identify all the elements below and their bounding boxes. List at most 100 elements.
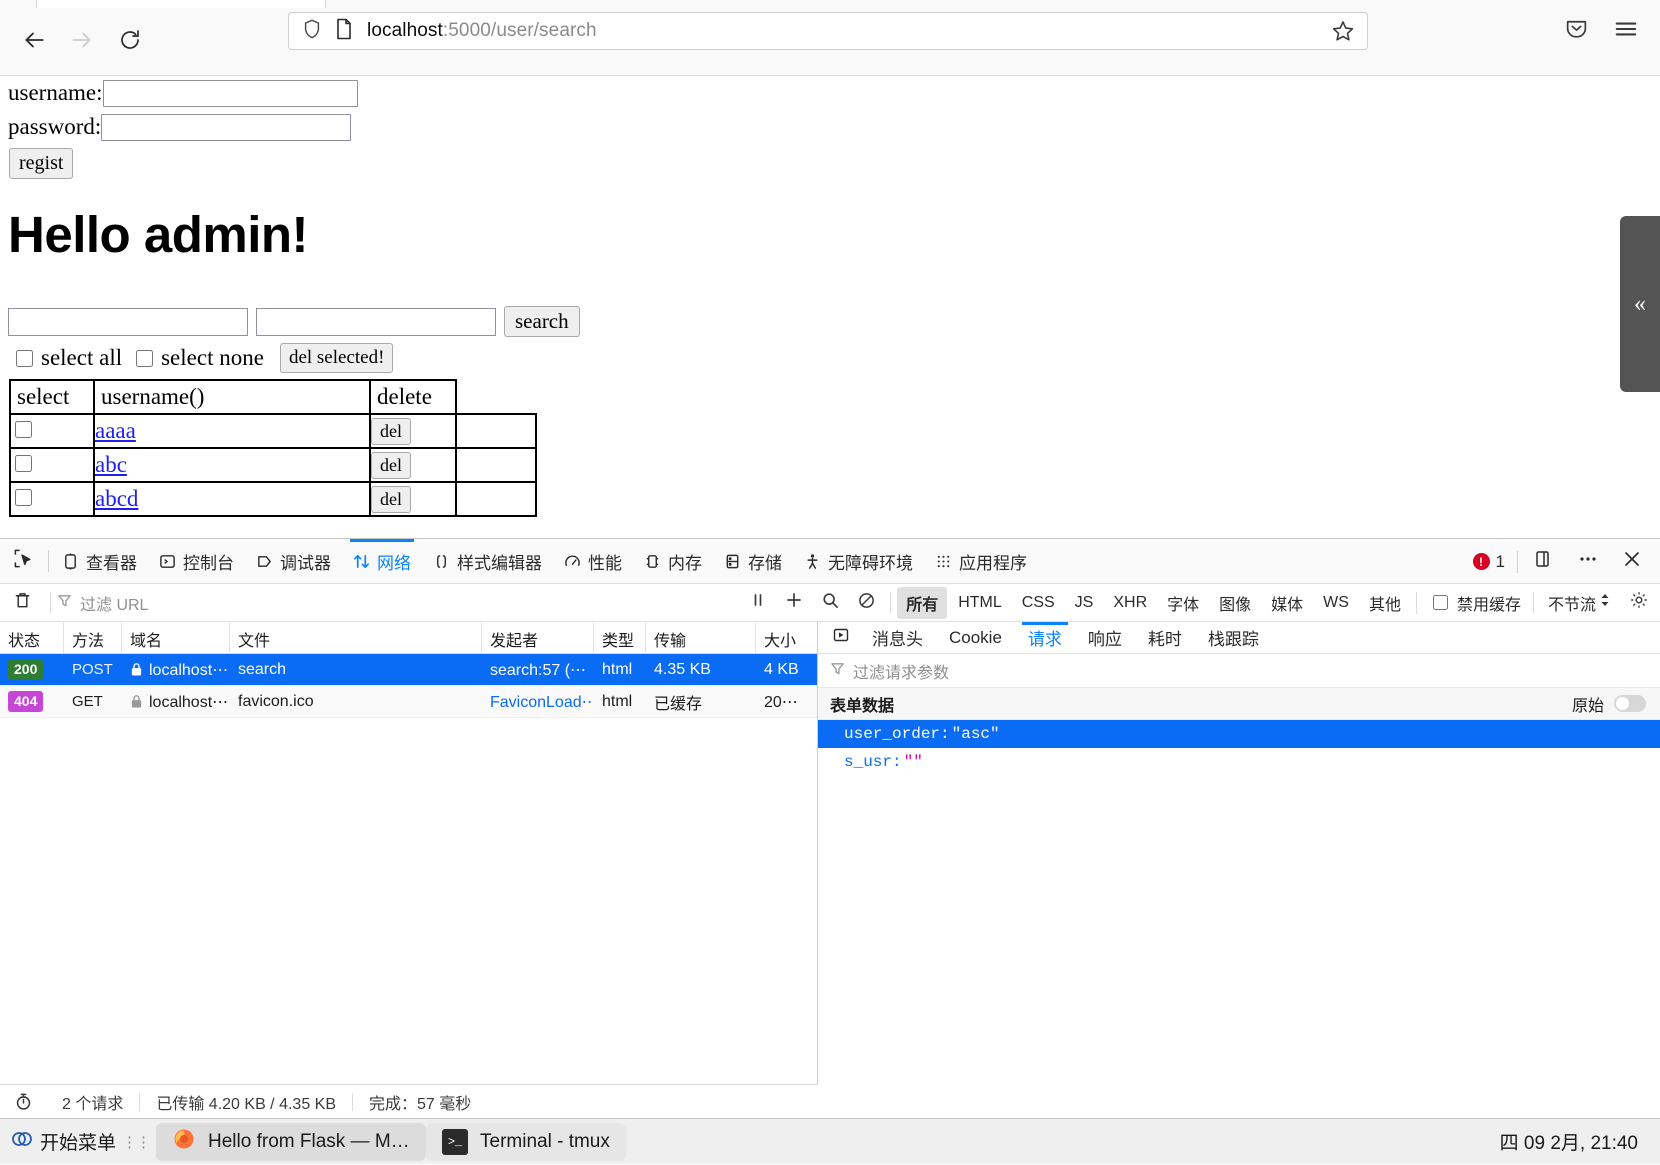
search-field-1[interactable] <box>8 308 248 336</box>
devtools-tab-inspector[interactable]: 查看器 <box>51 539 148 584</box>
detail-tab-cookies[interactable]: Cookie <box>937 622 1014 654</box>
taskbar-clock[interactable]: 四 09 2月, 21:40 <box>1500 1128 1660 1155</box>
col-header-username[interactable]: username() <box>94 380 370 414</box>
del-selected-button[interactable]: del selected! <box>280 343 393 373</box>
search-button[interactable]: search <box>504 306 580 337</box>
form-param-row[interactable]: user_order: "asc" <box>818 720 1660 748</box>
taskbar-item-terminal[interactable]: >_ Terminal - tmux <box>426 1123 626 1161</box>
col-header-select[interactable]: select <box>10 380 94 414</box>
username-input[interactable] <box>103 80 358 107</box>
pause-requests-button[interactable] <box>740 591 776 614</box>
select-none-checkbox[interactable] <box>136 350 153 367</box>
detail-tab-headers[interactable]: 消息头 <box>860 622 935 654</box>
col-header-domain[interactable]: 域名 <box>122 622 230 653</box>
devtools-tab-console[interactable]: 控制台 <box>148 539 245 584</box>
col-header-type[interactable]: 类型 <box>594 622 646 653</box>
devtools-tab-performance[interactable]: 性能 <box>553 539 633 584</box>
url-filter-input[interactable]: 过滤 URL <box>57 591 148 615</box>
detail-tab-timings[interactable]: 耗时 <box>1136 622 1194 654</box>
devtools-meatball-menu-button[interactable] <box>1568 539 1608 584</box>
col-header-file[interactable]: 文件 <box>230 622 482 653</box>
network-settings-button[interactable] <box>1618 590 1660 615</box>
devtools-tab-debugger[interactable]: 调试器 <box>245 539 342 584</box>
detail-tab-request[interactable]: 请求 <box>1016 622 1074 654</box>
pocket-button[interactable] <box>1556 12 1596 50</box>
devtools-tab-style-editor[interactable]: 样式编辑器 <box>422 539 553 584</box>
devtools-tab-memory[interactable]: 内存 <box>633 539 713 584</box>
col-header-method[interactable]: 方法 <box>64 622 122 653</box>
disable-cache-checkbox[interactable]: 禁用缓存 <box>1423 591 1527 615</box>
bookmark-star-icon[interactable] <box>1331 19 1355 43</box>
browser-tab-stub[interactable] <box>36 0 326 8</box>
type-filter-css[interactable]: CSS <box>1013 590 1064 616</box>
col-header-size[interactable]: 大小 <box>756 622 816 653</box>
element-picker-button[interactable] <box>0 539 46 584</box>
network-row[interactable]: 200 POST localhost⋯ search search:57 (⋯ … <box>0 654 817 686</box>
col-header-transferred[interactable]: 传输 <box>646 622 756 653</box>
col-header-initiator[interactable]: 发起者 <box>482 622 594 653</box>
network-row[interactable]: 404 GET localhost⋯ favicon.ico FaviconLo… <box>0 686 817 718</box>
block-requests-button[interactable] <box>848 591 884 615</box>
username-link[interactable]: aaaa <box>95 418 136 443</box>
type-filter-image[interactable]: 图像 <box>1210 587 1260 619</box>
disable-cache-input[interactable] <box>1433 595 1448 610</box>
devtools-tab-label: 性能 <box>588 549 622 574</box>
resend-request-button[interactable] <box>824 626 858 649</box>
row-checkbox[interactable] <box>15 455 32 472</box>
row-checkbox[interactable] <box>15 421 32 438</box>
cell-domain-text: localhost⋯ <box>149 660 228 680</box>
detail-tab-response[interactable]: 响应 <box>1076 622 1134 654</box>
type-filter-xhr[interactable]: XHR <box>1104 590 1156 616</box>
dock-toggle-button[interactable] <box>1524 539 1564 584</box>
form-param-row[interactable]: s_usr: "" <box>818 748 1660 776</box>
page-document-icon[interactable] <box>335 18 353 45</box>
regist-button[interactable]: regist <box>9 148 73 179</box>
throttle-dropdown[interactable]: 不节流 <box>1540 591 1618 615</box>
error-count-badge[interactable]: ! 1 <box>1473 552 1505 572</box>
type-filter-other[interactable]: 其他 <box>1360 587 1410 619</box>
row-del-button[interactable]: del <box>371 486 411 513</box>
devtools-tab-application[interactable]: 应用程序 <box>924 539 1038 584</box>
devtools-tab-accessibility[interactable]: 无障碍环境 <box>793 539 924 584</box>
detail-tab-stacktrace[interactable]: 栈跟踪 <box>1196 622 1271 654</box>
username-link[interactable]: abc <box>95 452 127 477</box>
devtools-tab-network[interactable]: 网络 <box>342 539 422 584</box>
search-requests-button[interactable] <box>812 591 848 615</box>
forward-button[interactable] <box>62 20 102 60</box>
start-menu-button[interactable]: 开始菜单 ⋮⋮ <box>0 1119 156 1165</box>
search-field-2[interactable] <box>256 308 496 336</box>
col-header-delete[interactable]: delete <box>370 380 456 414</box>
taskbar-item-firefox[interactable]: Hello from Flask — Mozilla⋯ <box>156 1123 426 1161</box>
type-filter-media[interactable]: 媒体 <box>1262 587 1312 619</box>
add-request-button[interactable] <box>776 590 812 615</box>
devtools-tab-label: 存储 <box>748 549 782 574</box>
clear-requests-button[interactable] <box>0 591 44 615</box>
form-data-section-header[interactable]: 表单数据 原始 <box>818 688 1660 720</box>
type-filter-html[interactable]: HTML <box>949 590 1011 616</box>
cell-initiator[interactable]: FaviconLoad⋯ <box>482 686 594 717</box>
type-filter-js[interactable]: JS <box>1066 590 1103 616</box>
filterbar-divider-4 <box>1533 592 1534 614</box>
type-filter-font[interactable]: 字体 <box>1158 587 1208 619</box>
app-menu-button[interactable] <box>1606 12 1646 50</box>
select-all-checkbox[interactable] <box>16 350 33 367</box>
shield-icon[interactable] <box>301 18 323 45</box>
sidebar-collapse-handle[interactable]: « <box>1620 216 1660 392</box>
back-button[interactable] <box>14 20 54 60</box>
raw-toggle[interactable] <box>1614 695 1646 712</box>
finish-time-label: 完成：57 毫秒 <box>353 1090 487 1114</box>
reload-button[interactable] <box>110 20 150 60</box>
detail-filter-input[interactable]: 过滤请求参数 <box>818 654 1660 688</box>
row-del-button[interactable]: del <box>371 452 411 479</box>
type-filter-all[interactable]: 所有 <box>897 587 947 619</box>
col-header-status[interactable]: 状态 <box>0 622 64 653</box>
password-input[interactable] <box>101 114 351 141</box>
devtools-tab-storage[interactable]: 存储 <box>713 539 793 584</box>
username-link[interactable]: abcd <box>95 486 138 511</box>
row-checkbox[interactable] <box>15 489 32 506</box>
row-del-button[interactable]: del <box>371 418 411 445</box>
devtools-close-button[interactable] <box>1612 539 1652 584</box>
type-filter-ws[interactable]: WS <box>1314 590 1358 616</box>
disable-cache-label: 禁用缓存 <box>1457 591 1521 615</box>
url-bar[interactable]: localhost:5000/user/search <box>288 12 1368 50</box>
